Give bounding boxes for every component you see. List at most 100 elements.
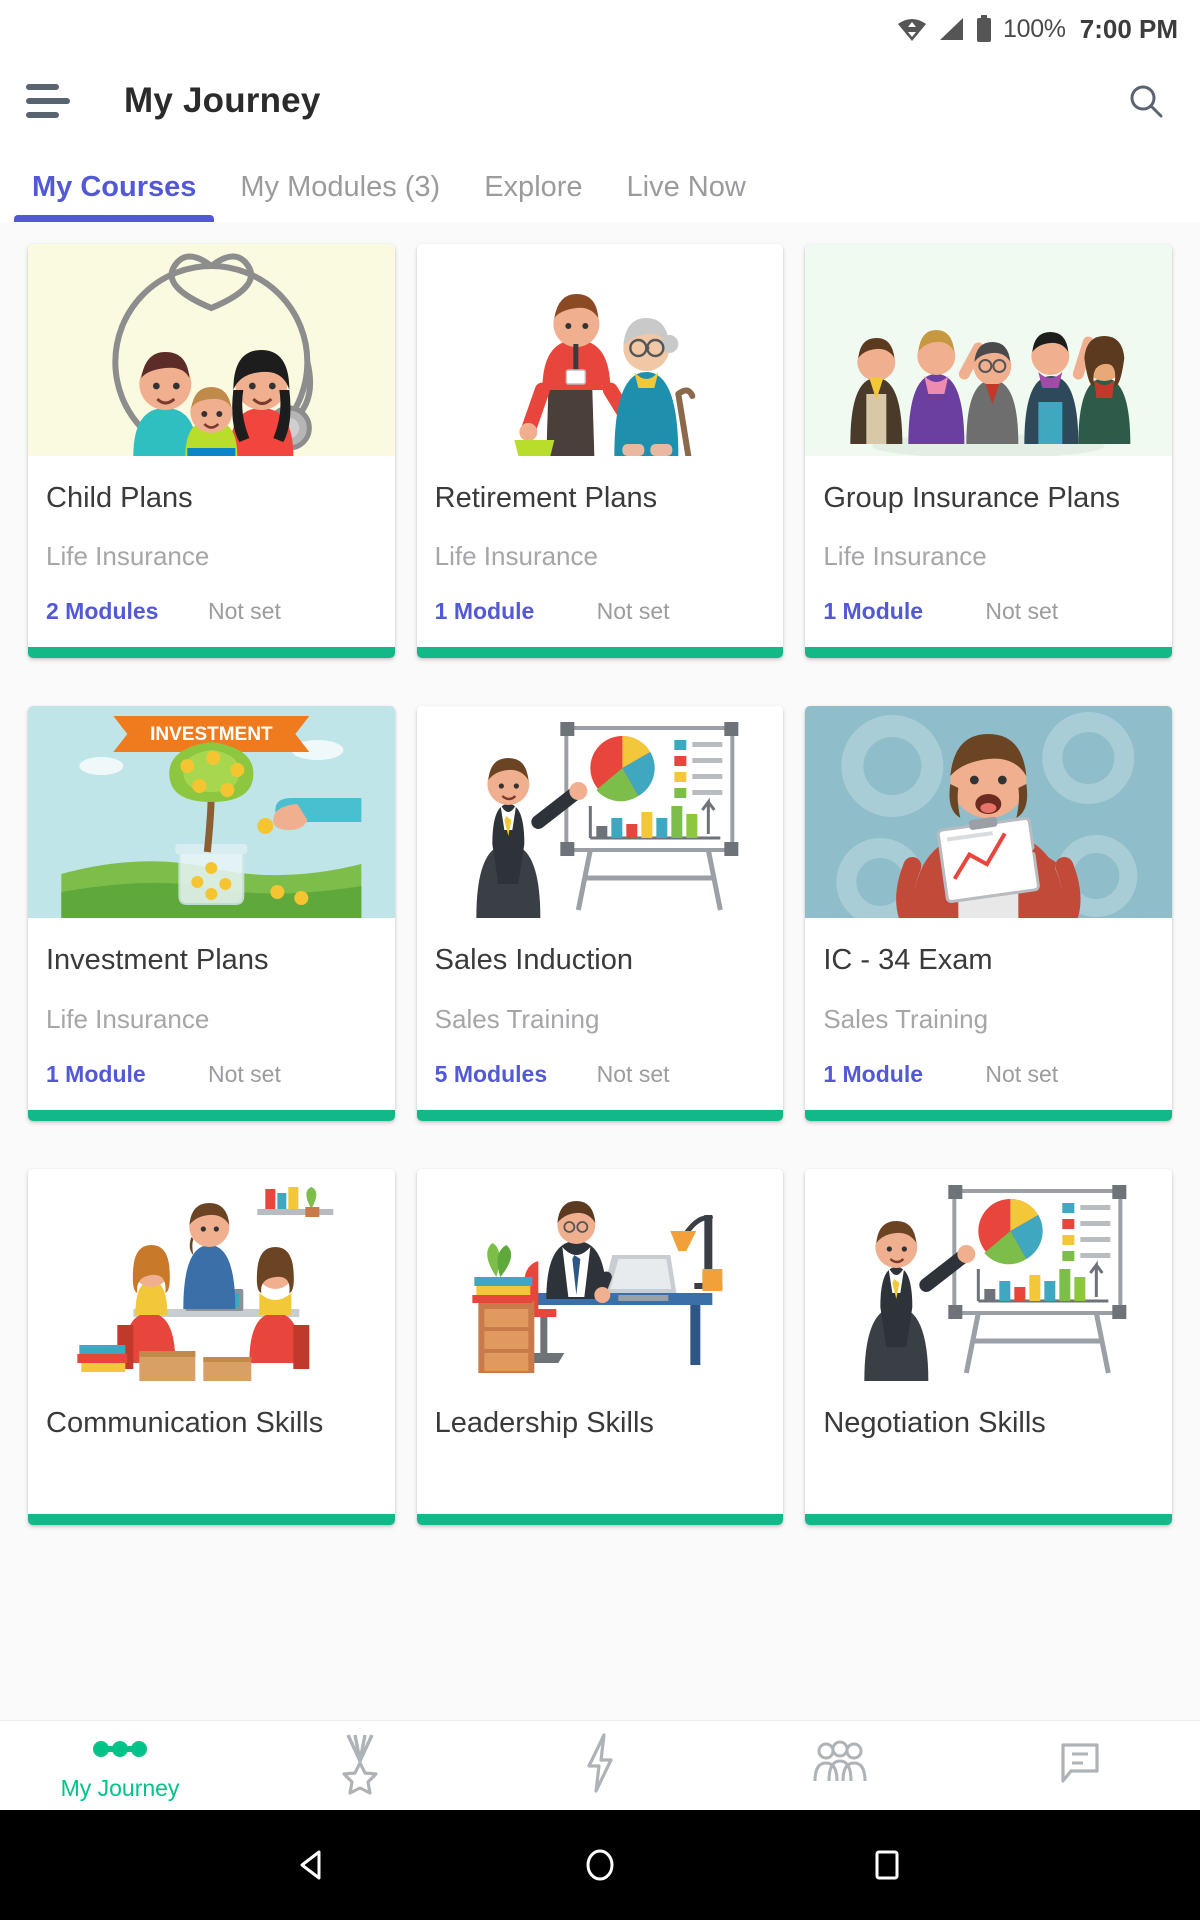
presenter-charts-illustration — [864, 1184, 1127, 1381]
course-progress-bar — [805, 1109, 1172, 1121]
bottom-nav-my-journey[interactable]: My Journey — [0, 1721, 240, 1810]
course-card-body: Sales Induction Sales Training 5 Modules… — [417, 918, 784, 1109]
course-category: Sales Training — [823, 1003, 989, 1034]
business-team-illustration — [850, 330, 1131, 456]
course-card[interactable]: IC - 34 Exam Sales Training 1 Module Not… — [805, 706, 1172, 1121]
course-thumbnail — [416, 244, 784, 456]
course-title: Group Insurance Plans — [823, 482, 1120, 514]
caregiver-elderly-illustration — [513, 294, 695, 456]
course-title: Retirement Plans — [434, 482, 658, 514]
course-status: Not set — [596, 1060, 670, 1087]
course-meta-row: 1 Module Not set — [823, 1061, 1154, 1110]
course-module-count[interactable]: 1 Module — [823, 1061, 985, 1088]
course-category: Life Insurance — [823, 541, 987, 572]
course-status: Not set — [985, 1060, 1059, 1087]
course-card-body: IC - 34 Exam Sales Training 1 Module Not… — [805, 918, 1172, 1109]
course-title: Communication Skills — [46, 1406, 324, 1439]
course-card[interactable]: Communication Skills — [28, 1168, 395, 1526]
course-status: Not set — [208, 1060, 281, 1087]
bottom-nav-label: My Journey — [60, 1775, 180, 1801]
course-status: Not set — [208, 598, 281, 625]
course-meta-row — [823, 1492, 1154, 1514]
bottom-nav-messages[interactable] — [960, 1721, 1200, 1810]
course-module-count[interactable]: 1 Module — [435, 598, 597, 625]
course-card[interactable]: INVESTMENT Investment Plans Life Insuran… — [28, 706, 395, 1121]
course-thumbnail — [805, 706, 1172, 919]
recents-square-icon[interactable] — [866, 1844, 908, 1886]
course-title: Sales Induction — [434, 944, 633, 977]
course-module-count[interactable]: 2 Modules — [46, 598, 208, 625]
course-module-count[interactable]: 1 Module — [46, 1061, 208, 1088]
course-title: Child Plans — [46, 482, 193, 514]
course-meta-row: 1 Module Not set — [823, 598, 1154, 647]
course-status: Not set — [596, 598, 670, 625]
course-category: Life Insurance — [46, 1003, 210, 1034]
tab-my-modules[interactable]: My Modules (3) — [218, 171, 462, 222]
course-card[interactable]: Sales Induction Sales Training 5 Modules… — [416, 706, 784, 1121]
page-title: My Journey — [124, 81, 321, 120]
wifi-icon — [897, 16, 927, 42]
course-progress-bar — [28, 647, 395, 659]
course-thumbnail — [805, 1168, 1172, 1381]
course-module-count[interactable]: 5 Modules — [435, 1061, 597, 1088]
course-grid: Child Plans Life Insurance 2 Modules Not… — [0, 222, 1200, 1535]
course-thumbnail: INVESTMENT — [28, 706, 395, 919]
app-bar: My Journey — [0, 58, 1200, 144]
bottom-nav-activity[interactable] — [480, 1721, 720, 1810]
hamburger-menu-icon[interactable] — [26, 81, 72, 121]
course-thumbnail — [28, 244, 395, 456]
course-meta-row — [435, 1492, 766, 1514]
android-navigation-bar — [0, 1810, 1200, 1920]
course-title: IC - 34 Exam — [823, 944, 993, 977]
course-progress-bar — [28, 1514, 395, 1526]
back-triangle-icon[interactable] — [292, 1844, 334, 1886]
course-card-body: Group Insurance Plans Life Insurance 1 M… — [805, 456, 1172, 647]
office-desk-illustration — [471, 1200, 722, 1373]
course-progress-bar — [416, 647, 784, 659]
course-meta-row: 1 Module Not set — [435, 598, 766, 647]
course-meta-row — [46, 1492, 377, 1514]
status-bar: 100% 7:00 PM — [0, 0, 1200, 58]
course-card-body: Investment Plans Life Insurance 1 Module… — [28, 918, 395, 1109]
course-title: Negotiation Skills — [823, 1406, 1046, 1439]
people-group-icon — [811, 1740, 869, 1783]
course-title: Investment Plans — [46, 944, 269, 977]
course-meta-row: 2 Modules Not set — [46, 598, 377, 647]
course-title: Leadership Skills — [434, 1406, 654, 1439]
course-progress-bar — [805, 647, 1172, 659]
course-progress-bar — [805, 1514, 1172, 1526]
course-meta-row: 5 Modules Not set — [435, 1061, 766, 1110]
course-card[interactable]: Retirement Plans Life Insurance 1 Module… — [416, 244, 784, 659]
course-category: Life Insurance — [46, 541, 210, 572]
bottom-nav-achievements[interactable] — [240, 1721, 480, 1810]
tab-my-courses[interactable]: My Courses — [10, 171, 218, 222]
course-card[interactable]: Leadership Skills — [416, 1168, 784, 1526]
course-card-body: Negotiation Skills — [805, 1381, 1172, 1514]
tab-live-now[interactable]: Live Now — [605, 171, 768, 222]
tab-explore[interactable]: Explore — [462, 171, 604, 222]
course-module-count[interactable]: 1 Module — [823, 598, 985, 625]
home-circle-icon[interactable] — [579, 1844, 621, 1886]
course-progress-bar — [416, 1514, 784, 1526]
bottom-nav-community[interactable] — [720, 1721, 960, 1810]
presenter-charts-illustration — [475, 722, 738, 919]
course-card[interactable]: Group Insurance Plans Life Insurance 1 M… — [805, 244, 1172, 659]
journey-path-icon — [92, 1729, 148, 1769]
svg-text:INVESTMENT: INVESTMENT — [150, 724, 273, 745]
course-card-body: Child Plans Life Insurance 2 Modules Not… — [28, 456, 395, 647]
course-thumbnail — [805, 244, 1172, 456]
team-meeting-illustration — [77, 1186, 334, 1381]
course-card[interactable]: Negotiation Skills — [805, 1168, 1172, 1526]
signal-icon — [937, 16, 965, 42]
money-tree-investment-illustration: INVESTMENT — [61, 706, 362, 919]
course-meta-row: 1 Module Not set — [46, 1061, 377, 1110]
course-status: Not set — [985, 598, 1059, 625]
course-thumbnail — [28, 1168, 395, 1381]
course-card[interactable]: Child Plans Life Insurance 2 Modules Not… — [28, 244, 395, 659]
search-icon[interactable] — [1118, 73, 1174, 129]
course-thumbnail — [416, 1168, 784, 1381]
tab-bar: My Courses My Modules (3) Explore Live N… — [0, 144, 1200, 222]
course-card-body: Retirement Plans Life Insurance 1 Module… — [417, 456, 784, 647]
battery-percent: 100% — [1002, 14, 1066, 43]
course-list-scroll[interactable]: Child Plans Life Insurance 2 Modules Not… — [0, 222, 1200, 1720]
